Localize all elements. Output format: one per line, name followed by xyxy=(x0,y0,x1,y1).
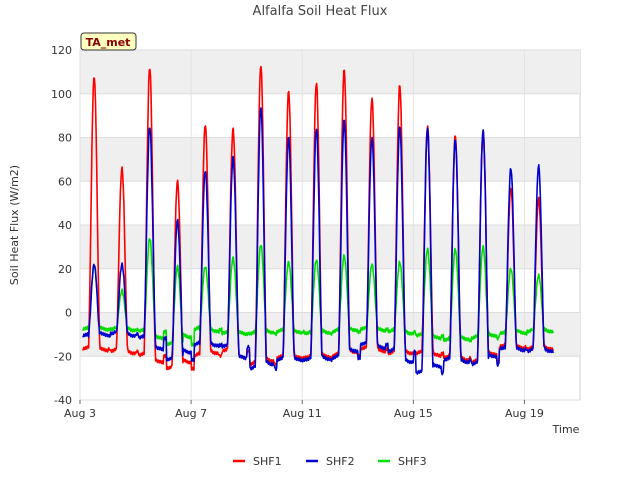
legend-label-shf1: SHF1 xyxy=(253,455,282,468)
y-tick-label: -20 xyxy=(54,350,72,363)
x-tick-label: Aug 3 xyxy=(64,407,96,420)
plot-band xyxy=(80,50,580,94)
legend-label-shf2: SHF2 xyxy=(326,455,355,468)
x-tick-label: Aug 11 xyxy=(283,407,322,420)
x-tick-label: Aug 19 xyxy=(505,407,544,420)
x-axis-label: Time xyxy=(552,423,580,436)
legend: SHF1 SHF2 SHF3 xyxy=(233,455,427,468)
y-tick-label: -40 xyxy=(54,394,72,407)
y-tick-label: 80 xyxy=(58,132,72,145)
chart: Alfalfa Soil Heat Flux -40 -20 0 20 40 60 80 10… xyxy=(8,4,581,468)
y-tick-label: 0 xyxy=(65,307,72,320)
legend-label-shf3: SHF3 xyxy=(398,455,427,468)
y-tick-label: 60 xyxy=(58,175,72,188)
chart-title: Alfalfa Soil Heat Flux xyxy=(253,4,388,19)
x-tick-label: Aug 15 xyxy=(394,407,433,420)
plot-band xyxy=(80,225,580,269)
plot-band xyxy=(80,137,580,182)
y-axis-label: Soil Heat Flux (W/m2) xyxy=(8,165,21,285)
badge-label: TA_met xyxy=(86,36,131,49)
y-tick-label: 120 xyxy=(51,44,72,57)
badge: TA_met xyxy=(80,32,137,51)
y-tick-label: 40 xyxy=(58,219,72,232)
y-tick-label: 20 xyxy=(58,263,72,276)
x-tick-label: Aug 7 xyxy=(175,407,207,420)
y-tick-label: 100 xyxy=(51,88,72,101)
